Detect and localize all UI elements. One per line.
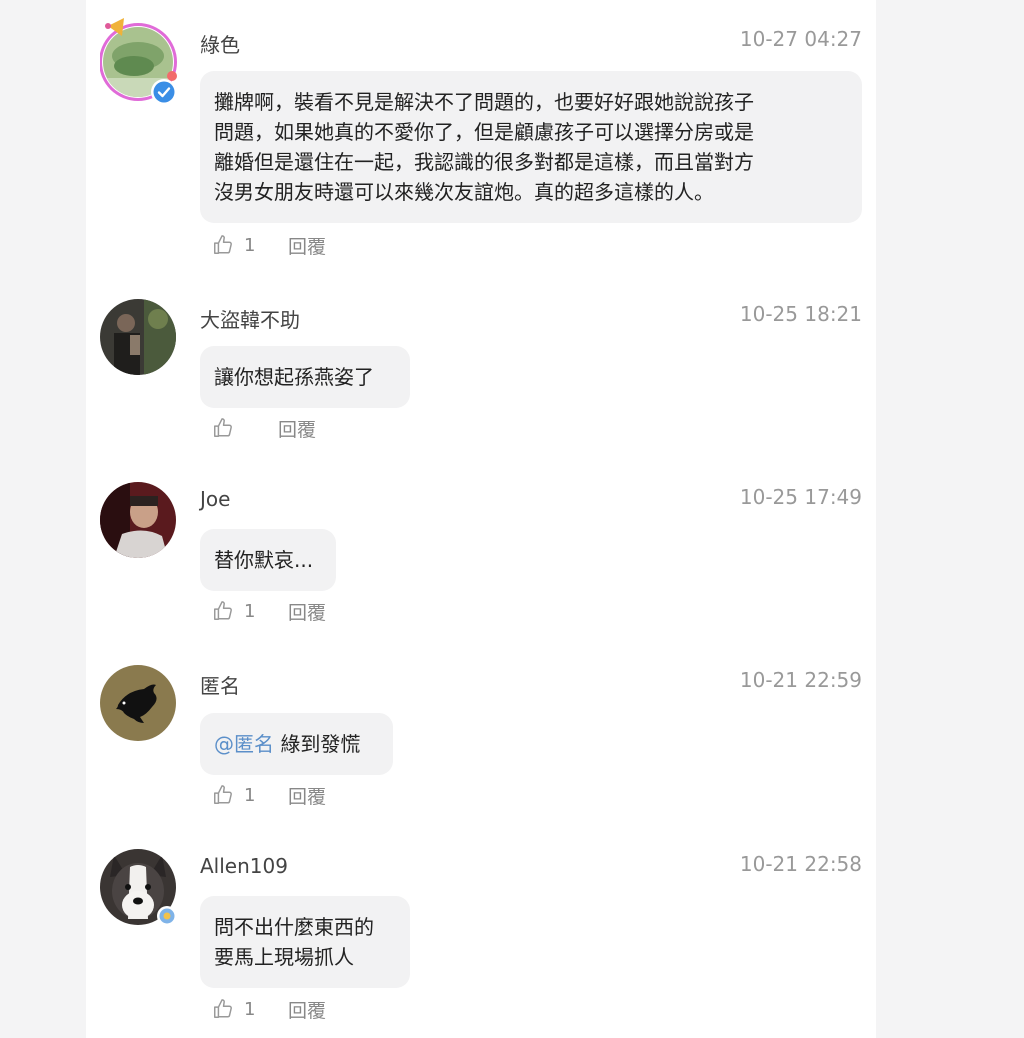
author-name[interactable]: 綠色 [200,29,240,58]
comment-text-line: 問題，如果她真的不愛你了，但是顧慮孩子可以選擇分房或是 [214,120,754,144]
comment-bubble: @匿名 綠到發慌 [200,713,393,775]
comment-time: 10-25 17:49 [739,485,862,509]
thumbs-up-icon [214,418,232,437]
comment-bubble: 讓你想起孫燕姿了 [200,346,410,408]
verified-check-icon [151,79,177,105]
comment-text-line: 問不出什麼東西的 [214,915,374,939]
mention-link[interactable]: @匿名 [214,732,274,756]
comment-actions: 1 回覆 [212,996,326,1022]
author-name[interactable]: 大盜韓不助 [200,304,300,333]
comment-text-line: 要馬上現場抓人 [214,945,354,969]
like-button[interactable]: 1 [212,600,258,622]
like-button[interactable]: 1 [212,998,258,1020]
comment-time: 10-27 04:27 [739,27,862,51]
like-count: 1 [244,600,256,622]
like-button[interactable] [212,417,234,439]
reply-button[interactable]: 回覆 [288,996,326,1023]
author-name[interactable]: 匿名 [200,670,240,699]
reply-button[interactable]: 回覆 [288,598,326,625]
avatar[interactable] [100,482,176,558]
dolphin-icon [100,665,176,741]
comment-time: 10-21 22:58 [739,852,862,876]
comment-bubble: 問不出什麼東西的 要馬上現場抓人 [200,896,410,988]
comment-text-line: 替你默哀... [214,548,314,572]
thumbs-up-icon [214,999,232,1018]
avatar[interactable] [100,849,177,926]
comment-text-line: 離婚但是還住在一起，我認識的很多對都是這樣，而且當對方 [214,150,754,174]
avatar-image [100,299,176,375]
comment-text: 綠到發慌 [280,732,361,756]
reply-button[interactable]: 回覆 [278,415,316,442]
comment-actions: 1 回覆 [212,232,326,258]
comment-time: 10-25 18:21 [739,302,862,326]
thumbs-up-icon [214,601,232,620]
thumbs-up-icon [214,235,232,254]
badge-icon [157,906,177,926]
comment-actions: 1 回覆 [212,782,326,808]
comment-bubble: 替你默哀... [200,529,336,591]
avatar[interactable] [100,665,176,741]
comment-list: 綠色 10-27 04:27 攤牌啊，裝看不見是解決不了問題的，也要好好跟她說說… [86,0,876,1038]
comment-text-line: 沒男女朋友時還可以來幾次友誼炮。真的超多這樣的人。 [214,180,714,204]
avatar[interactable] [100,16,177,105]
author-name[interactable]: Allen109 [200,854,288,878]
reply-button[interactable]: 回覆 [288,232,326,259]
like-button[interactable]: 1 [212,784,258,806]
like-button[interactable]: 1 [212,234,258,256]
comment-text-line: 攤牌啊，裝看不見是解決不了問題的，也要好好跟她說說孩子 [214,90,754,114]
like-count: 1 [244,234,256,256]
author-name[interactable]: Joe [200,487,230,511]
comment-text-line: 讓你想起孫燕姿了 [214,365,374,389]
avatar[interactable] [100,299,176,375]
comment-time: 10-21 22:59 [739,668,862,692]
like-count: 1 [244,998,256,1020]
thumbs-up-icon [214,785,232,804]
avatar-image [100,482,176,558]
comment-actions: 1 回覆 [212,598,326,624]
comment-actions: 回覆 [212,415,316,441]
comment-bubble: 攤牌啊，裝看不見是解決不了問題的，也要好好跟她說說孩子 問題，如果她真的不愛你了… [200,71,862,223]
like-count: 1 [244,784,256,806]
reply-button[interactable]: 回覆 [288,782,326,809]
